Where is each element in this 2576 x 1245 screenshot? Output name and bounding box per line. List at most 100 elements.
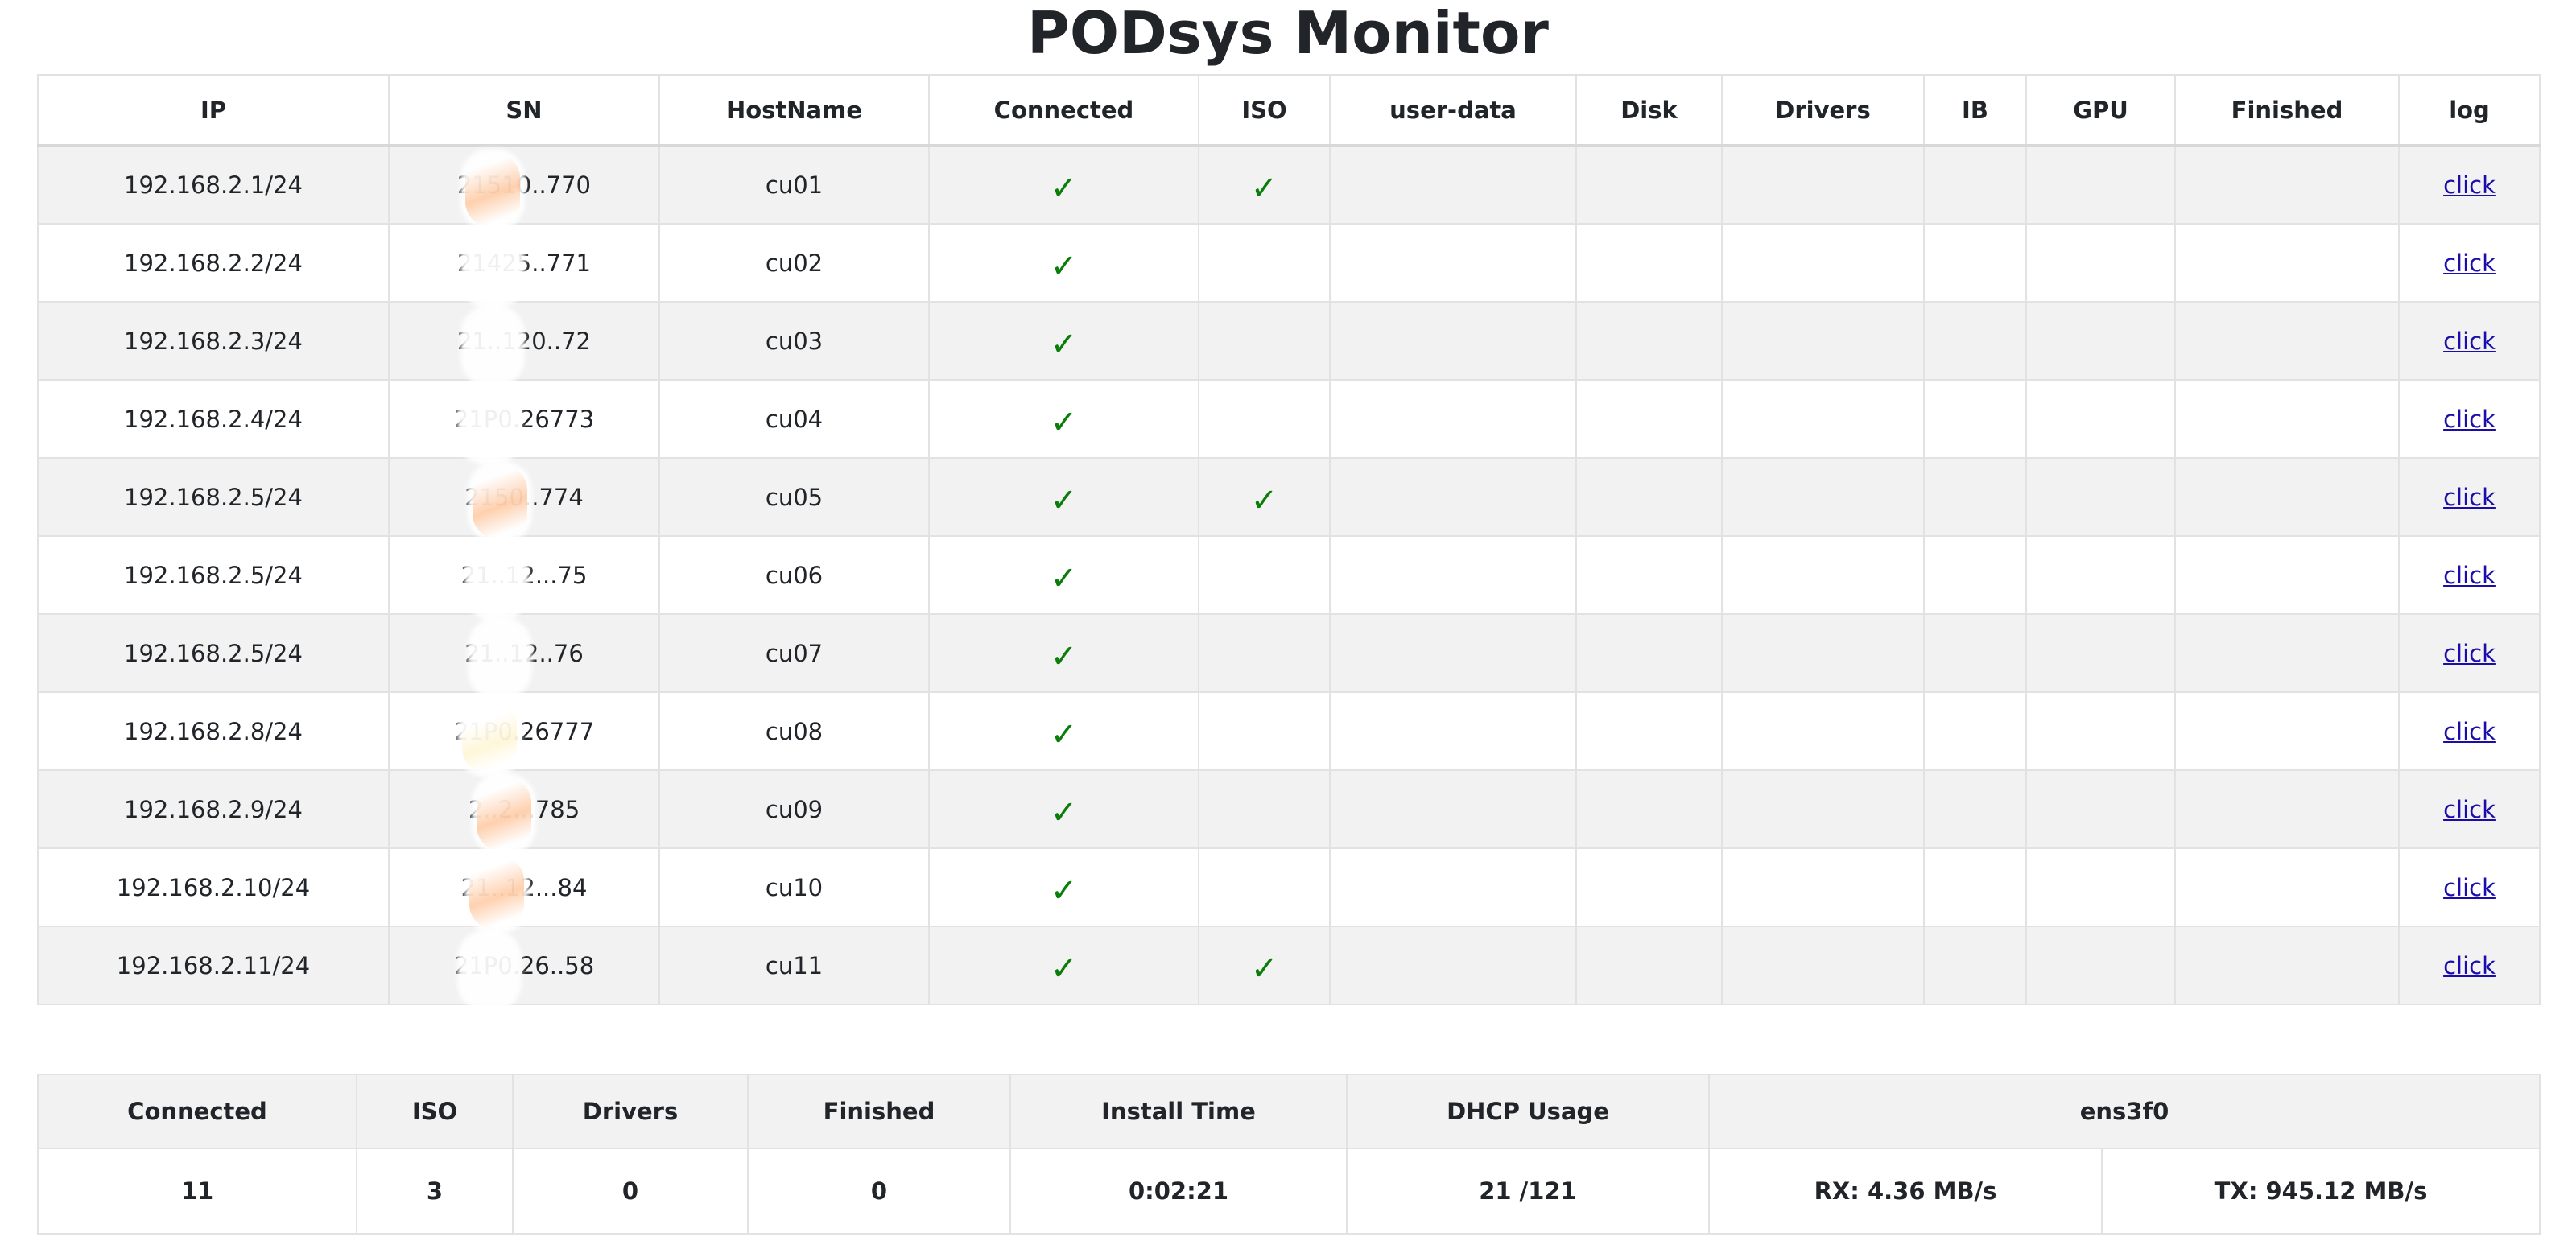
log-link[interactable]: click [2443,562,2496,589]
connected-check-icon: ✓ [1050,170,1078,207]
summary-values-row: 11 3 0 0 0:02:21 21 /121 RX: 4.36 MB/s T… [37,1148,2541,1235]
hosts-table: IP SN HostName Connected ISO user-data D… [37,74,2541,1007]
drivers-cell [1721,613,1925,693]
header-log: log [2398,74,2541,147]
disk-cell [1575,691,1723,771]
sn-cell: 21P0.26773 [388,379,660,460]
host-row: 192.168.2.4/24 21P0.26773 cu04 ✓ click [37,379,2541,460]
user-data-cell [1329,379,1577,459]
gpu-cell [2025,457,2176,537]
host-row: 192.168.2.2/24 21425..771 cu02 ✓ click [37,223,2541,304]
sn-value: 21..12..76 [464,621,584,695]
hostname-cell: cu06 [658,535,930,615]
summary-tx-rate: TX: 945.12 MB/s [2101,1148,2541,1235]
sn-value: 21P0.26773 [454,387,594,460]
log-cell: click [2398,145,2541,225]
user-data-cell [1329,457,1577,537]
user-data-cell [1329,145,1577,225]
disk-cell [1575,613,1723,693]
hostname-cell: cu07 [658,613,930,693]
disk-cell [1575,223,1723,303]
finished-cell [2174,223,2400,303]
log-link[interactable]: click [2443,952,2496,979]
log-link[interactable]: click [2443,874,2496,901]
connected-cell: ✓ [928,769,1199,849]
iso-cell: ✓ [1198,145,1331,225]
sn-cell: 2..2...785 [388,769,660,851]
drivers-cell [1721,223,1925,303]
ib-cell [1923,301,2027,381]
hostname-cell: cu01 [658,145,930,225]
log-cell: click [2398,613,2541,693]
gpu-cell [2025,769,2176,849]
iso-cell [1198,769,1331,849]
log-link[interactable]: click [2443,328,2496,355]
log-link[interactable]: click [2443,796,2496,823]
iso-cell [1198,691,1331,771]
hostname-cell: cu02 [658,223,930,303]
summary-header-interface: ens3f0 [1708,1074,2541,1149]
sn-redaction-mask [461,934,517,1007]
user-data-cell [1329,691,1577,771]
connected-check-icon: ✓ [1050,481,1078,519]
drivers-cell [1721,379,1925,459]
connected-check-icon: ✓ [1050,403,1078,441]
log-link[interactable]: click [2443,249,2496,277]
connected-check-icon: ✓ [1050,559,1078,597]
log-cell: click [2398,379,2541,459]
connected-cell: ✓ [928,613,1199,693]
drivers-cell [1721,926,1925,1005]
hosts-table-body: 192.168.2.1/24 21510..770 cu01 ✓ ✓ click 192.1… [37,145,2541,1007]
header-sn: SN [388,74,660,147]
user-data-cell [1329,301,1577,381]
sn-cell: 21..12..76 [388,613,660,695]
sn-cell: 21P0.26..58 [388,926,660,1007]
gpu-cell [2025,613,2176,693]
sn-redaction-mask [464,231,520,304]
connected-check-icon: ✓ [1050,637,1078,675]
sn-value: 21..12...84 [461,855,587,929]
log-link[interactable]: click [2443,640,2496,667]
ib-cell [1923,613,2027,693]
connected-cell: ✓ [928,926,1199,1005]
header-ip: IP [37,74,390,147]
log-link[interactable]: click [2443,171,2496,199]
hostname-cell: cu09 [658,769,930,849]
sn-cell: 21..12...75 [388,535,660,616]
header-finished: Finished [2174,74,2400,147]
summary-header-install-time: Install Time [1009,1074,1348,1149]
user-data-cell [1329,613,1577,693]
hostname-cell: cu11 [658,926,930,1005]
iso-check-icon: ✓ [1250,481,1278,519]
drivers-cell [1721,535,1925,615]
log-link[interactable]: click [2443,718,2496,745]
gpu-cell [2025,223,2176,303]
connected-cell: ✓ [928,301,1199,381]
log-cell: click [2398,223,2541,303]
ip-cell: 192.168.2.5/24 [37,613,390,693]
sn-redaction-mask [469,855,524,929]
ib-cell [1923,691,2027,771]
ip-cell: 192.168.2.5/24 [37,457,390,537]
drivers-cell [1721,769,1925,849]
ip-cell: 192.168.2.4/24 [37,379,390,459]
host-row: 192.168.2.8/24 21P0.26777 cu08 ✓ click [37,691,2541,773]
connected-check-icon: ✓ [1050,325,1078,363]
summary-header-dhcp-usage: DHCP Usage [1346,1074,1710,1149]
sn-cell: 21P0.26777 [388,691,660,773]
ib-cell [1923,769,2027,849]
log-link[interactable]: click [2443,406,2496,433]
host-row: 192.168.2.5/24 2150..774 cu05 ✓ ✓ click [37,457,2541,538]
ip-cell: 192.168.2.3/24 [37,301,390,381]
finished-cell [2174,769,2400,849]
log-link[interactable]: click [2443,484,2496,511]
disk-cell [1575,535,1723,615]
summary-rx-rate: RX: 4.36 MB/s [1708,1148,2103,1235]
sn-redaction-mask [464,309,520,382]
ib-cell [1923,223,2027,303]
sn-value: 21510..770 [457,154,591,226]
user-data-cell [1329,926,1577,1005]
gpu-cell [2025,535,2176,615]
connected-cell: ✓ [928,847,1199,927]
summary-header-finished: Finished [747,1074,1011,1149]
